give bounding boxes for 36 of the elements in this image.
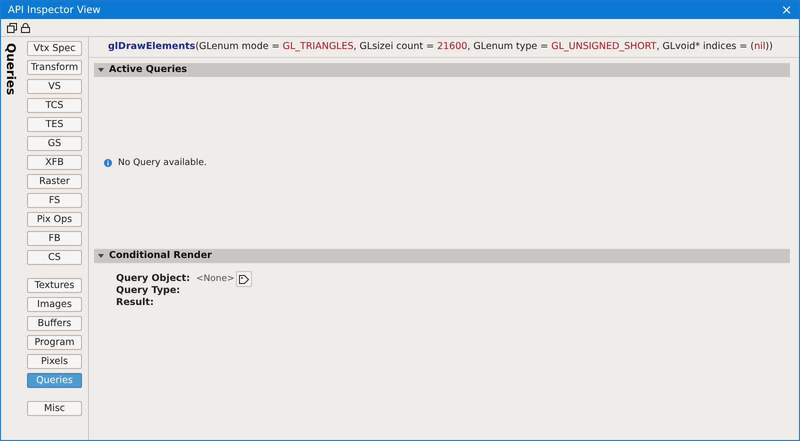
sidebar-title: Queries [3,43,19,96]
sidebar-button[interactable]: Images [27,297,82,312]
sidebar-button[interactable]: Buffers [27,316,82,331]
expand-arrow-icon[interactable] [98,67,104,74]
copy-icon[interactable] [7,22,17,32]
lock-icon[interactable] [21,22,30,32]
sidebar-button[interactable]: FS [27,193,82,208]
field-label: Query Object: [116,273,190,286]
field-label: Result: [116,297,155,310]
tag-button[interactable] [236,271,252,288]
sidebar-button[interactable]: XFB [27,155,82,170]
sidebar-button[interactable]: CS [27,250,82,265]
sidebar-button[interactable]: Textures [27,278,82,293]
close-button[interactable]: × [781,4,792,16]
sidebar-button[interactable]: Pix Ops [27,212,82,227]
sidebar-button[interactable]: Pixels [27,354,82,369]
sidebar-button[interactable]: VS [27,79,82,94]
sidebar-button[interactable]: FB [27,231,82,246]
sidebar-button[interactable]: Transform [27,60,82,75]
sidebar-button[interactable]: Misc [27,401,82,416]
section-header[interactable]: Active Queries [94,63,790,78]
sidebar-button[interactable]: Raster [27,174,82,189]
tag-icon [238,274,249,284]
sidebar-button[interactable]: TES [27,117,82,132]
sidebar-button[interactable]: TCS [27,98,82,113]
sidebar-button[interactable]: Vtx Spec [27,41,82,56]
info-icon [104,159,112,168]
sidebar-button[interactable]: Program [27,335,82,350]
info-message: No Query available. [118,156,207,170]
sidebar-button[interactable]: GS [27,136,82,151]
section-header[interactable]: Conditional Render [94,249,790,264]
function-call: glDrawElements(GLenum mode = GL_TRIANGLES, GLsizei count = 21600, GLenum type = GL_UNSIGNED_SHORT, GLvoid* indices = (nil)) [89,37,799,58]
field-label: Query Type: [116,285,182,298]
field-value: <None> [196,272,235,286]
expand-arrow-icon[interactable] [98,253,104,260]
window-title: API Inspector View [8,4,101,18]
